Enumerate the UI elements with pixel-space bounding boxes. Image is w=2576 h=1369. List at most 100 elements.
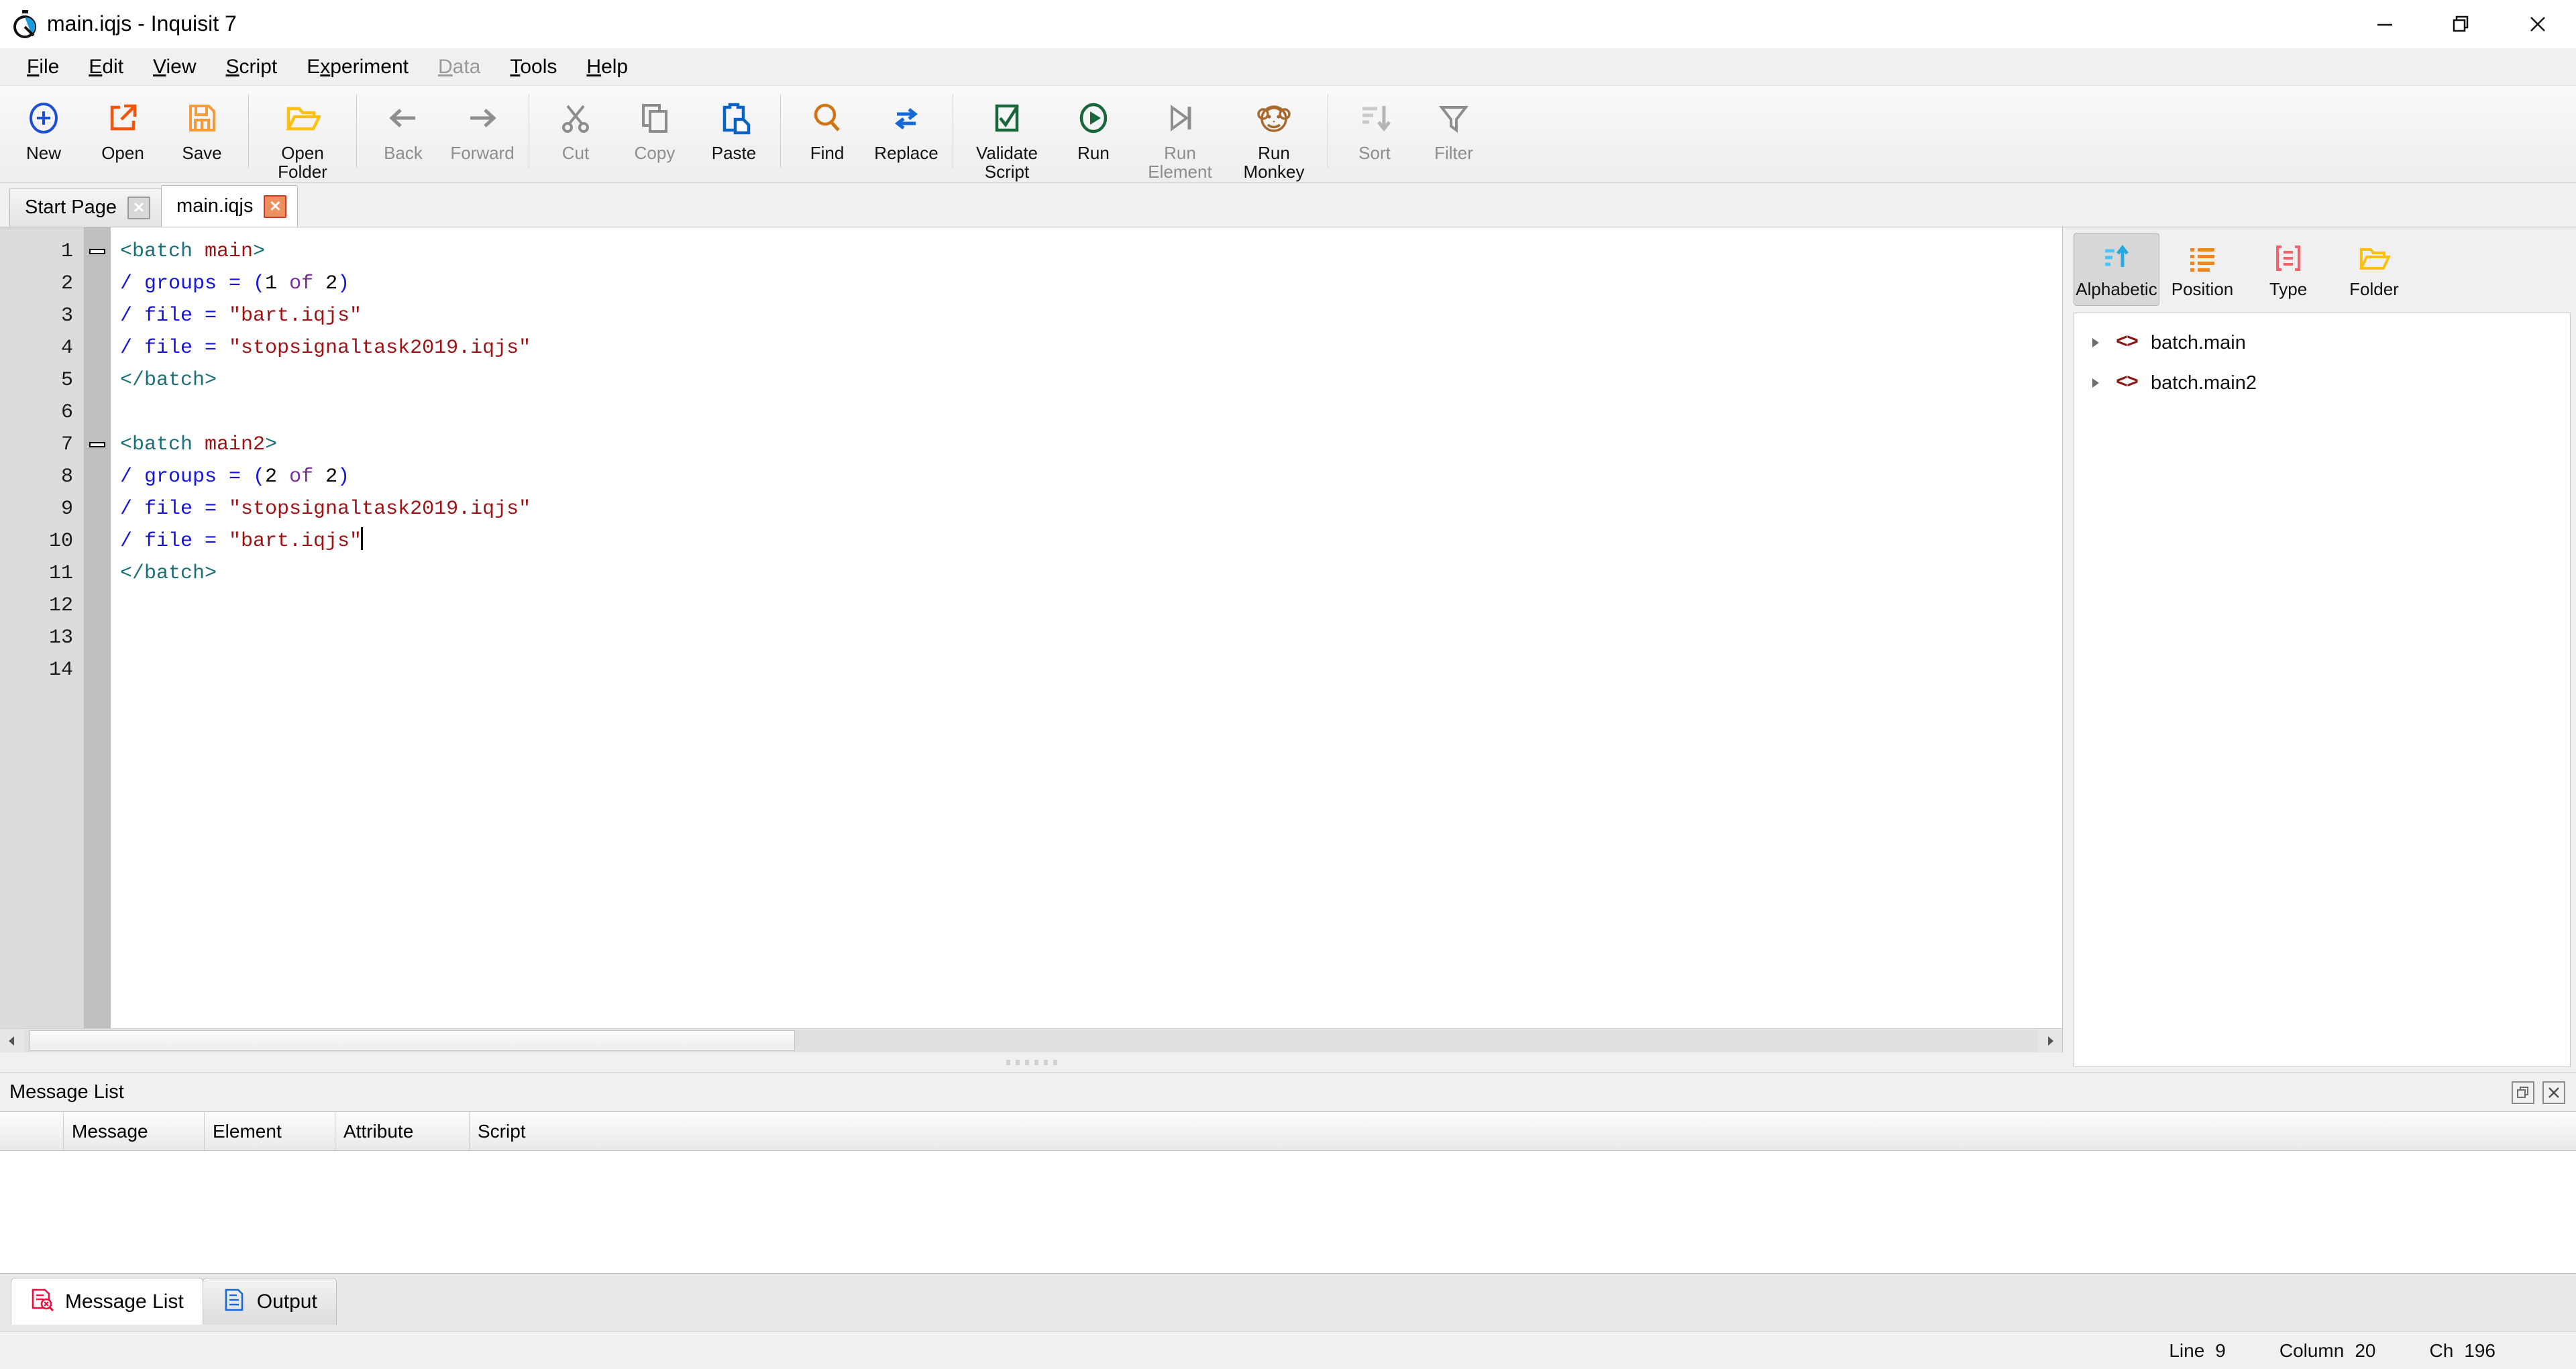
code-line[interactable] [120,654,2062,686]
code-content[interactable]: <batch main> / groups = (1 of 2) / file = … [111,227,2062,1028]
splitter-grip-icon [1006,1060,1057,1065]
code-line[interactable]: / file = "bart.iqjs" [120,300,2062,332]
menu-item-tools[interactable]: Tools [495,52,572,83]
code-token: > [265,433,278,456]
explorer-sort-type-button[interactable]: Type [2245,233,2331,306]
code-token: > [253,240,266,263]
scroll-left-icon[interactable] [0,1029,24,1052]
code-line[interactable]: / groups = (2 of 2) [120,461,2062,493]
code-editor[interactable]: 1 2 3 4 5 6 7 8 9 10 11 12 13 14 <batch main> / groups… [0,227,2063,1028]
toolbar-run-button[interactable]: Run [1054,86,1133,182]
code-token: / groups = ( [120,272,266,295]
explorer-sort-type-label: Type [2269,279,2308,299]
message-column-header[interactable]: Message [64,1112,205,1150]
toolbar-save-button[interactable]: Save [162,86,241,182]
menu-item-data: Data [437,55,481,78]
message-column-header[interactable]: Script [470,1112,2576,1150]
explorer-sort-position-button[interactable]: Position [2159,233,2245,306]
menu-item-edit[interactable]: Edit [74,52,138,83]
fold-collapse-icon[interactable] [88,436,107,453]
editor-horizontal-scrollbar[interactable] [0,1028,2063,1052]
toolbar-cut-label: Cut [561,143,590,163]
line-number: 1 [60,240,73,263]
close-icon[interactable]: ✕ [127,196,151,219]
toolbar-forward-button: Forward [443,86,522,182]
code-line[interactable] [120,622,2062,654]
brackets-list-icon [2273,240,2304,276]
toolbar-paste-button[interactable]: Paste [694,86,773,182]
status-line: Line 9 [2158,1340,2226,1362]
fold-collapse-icon[interactable] [88,243,107,260]
tab-start-page-label: Start Page [25,197,117,218]
toolbar-paste-label: Paste [711,143,757,163]
toolbar-run-element-label: Run Element [1148,143,1212,182]
minimize-button[interactable] [2347,0,2423,48]
toolbar-new-button[interactable]: New [4,86,83,182]
explorer-sort-alphabetic-button[interactable]: Alphabetic [2074,233,2159,306]
tab-main-iqjs-label: main.iqjs [176,195,254,217]
toolbar-find-button[interactable]: Find [788,86,867,182]
code-line[interactable]: / file = "stopsignaltask2019.iqjs" [120,332,2062,364]
close-button[interactable] [2500,0,2576,48]
code-token: <batch [120,240,205,263]
bottom-tab-output[interactable]: Output [202,1278,337,1325]
message-column-header[interactable]: Attribute [335,1112,470,1150]
checkbox-check-icon [989,97,1024,140]
status-ch-value: 196 [2464,1339,2496,1361]
triangle-right-icon[interactable] [2084,336,2108,349]
status-ch: Ch 196 [2418,1340,2496,1362]
toolbar-open-button[interactable]: Open [83,86,162,182]
code-line[interactable]: / groups = (1 of 2) [120,268,2062,300]
menu-item-view[interactable]: View [138,52,211,83]
toolbar-open-folder-button[interactable]: Open Folder [256,86,350,182]
toolbar-replace-button[interactable]: Replace [867,86,946,182]
horizontal-splitter[interactable] [0,1052,2063,1073]
bottom-tab-message-list[interactable]: Message List [11,1278,203,1325]
menu-item-script[interactable]: Script [211,52,292,83]
toolbar-validate-script-button[interactable]: Validate Script [960,86,1054,182]
code-line[interactable]: </batch> [120,364,2062,396]
toolbar-run-monkey-button[interactable]: Run Monkey [1227,86,1321,182]
scroll-right-icon[interactable] [2038,1029,2062,1052]
code-token: / file = [120,305,229,327]
fold-margin[interactable] [84,227,111,1028]
message-column-header[interactable] [0,1112,64,1150]
line-number: 6 [60,401,73,424]
code-line[interactable]: </batch> [120,557,2062,590]
triangle-right-icon[interactable] [2084,376,2108,390]
toolbar-run-element-button: Run Element [1133,86,1227,182]
bottom-tab-output-label: Output [256,1290,317,1313]
line-number: 11 [48,562,73,585]
float-window-icon[interactable] [2512,1081,2534,1104]
window-controls [2347,0,2576,48]
tree-item[interactable]: <> batch.main [2074,323,2570,363]
code-line[interactable]: / file = "bart.iqjs" [120,525,2062,557]
menu-item-file[interactable]: File [12,52,74,83]
menu-item-experiment[interactable]: Experiment [292,52,423,83]
tree-item[interactable]: <> batch.main2 [2074,363,2570,403]
status-line-value: 9 [2215,1339,2226,1361]
tab-main-iqjs[interactable]: main.iqjs ✕ [161,185,299,227]
magnifier-icon [810,97,845,140]
scrollbar-track[interactable] [24,1029,2038,1052]
element-tree[interactable]: <> batch.main <> batch.main2 [2074,313,2571,1067]
main-toolbar: New Open Save Open Folder Back Forward C… [0,86,2576,183]
restore-button[interactable] [2423,0,2500,48]
explorer-view-toolbar: Alphabetic Position Type Folder [2063,227,2576,310]
code-line[interactable]: <batch main2> [120,429,2062,461]
explorer-sort-alphabetic-label: Alphabetic [2076,279,2157,299]
play-to-end-icon [1163,97,1197,140]
code-line[interactable] [120,590,2062,622]
close-icon[interactable]: ✕ [264,195,287,218]
code-line[interactable] [120,396,2062,429]
explorer-sort-folder-button[interactable]: Folder [2331,233,2417,306]
scrollbar-thumb[interactable] [30,1030,795,1051]
code-token: "bart.iqjs" [229,530,362,553]
message-column-header[interactable]: Element [205,1112,335,1150]
close-icon[interactable] [2542,1081,2565,1104]
menu-item-help[interactable]: Help [572,52,643,83]
tab-start-page[interactable]: Start Page ✕ [9,188,162,227]
code-line[interactable]: <batch main> [120,235,2062,268]
message-list-body[interactable] [0,1151,2576,1274]
code-line[interactable]: / file = "stopsignaltask2019.iqjs" [120,493,2062,525]
